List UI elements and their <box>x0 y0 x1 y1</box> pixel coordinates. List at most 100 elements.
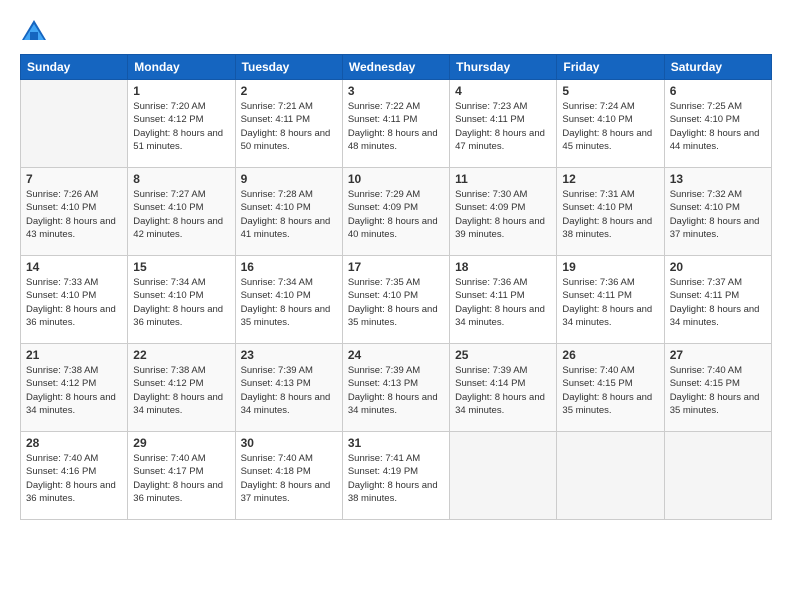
day-number: 30 <box>241 436 337 450</box>
day-number: 9 <box>241 172 337 186</box>
calendar-cell: 16 Sunrise: 7:34 AMSunset: 4:10 PMDayligh… <box>235 256 342 344</box>
day-number: 20 <box>670 260 766 274</box>
calendar-cell: 9 Sunrise: 7:28 AMSunset: 4:10 PMDaylight… <box>235 168 342 256</box>
cell-details: Sunrise: 7:39 AMSunset: 4:13 PMDaylight:… <box>241 364 337 417</box>
cell-details: Sunrise: 7:25 AMSunset: 4:10 PMDaylight:… <box>670 100 766 153</box>
day-number: 3 <box>348 84 444 98</box>
header <box>20 18 772 46</box>
calendar-cell: 23 Sunrise: 7:39 AMSunset: 4:13 PMDayligh… <box>235 344 342 432</box>
cell-details: Sunrise: 7:40 AMSunset: 4:18 PMDaylight:… <box>241 452 337 505</box>
calendar-cell: 13 Sunrise: 7:32 AMSunset: 4:10 PMDayligh… <box>664 168 771 256</box>
calendar-cell: 26 Sunrise: 7:40 AMSunset: 4:15 PMDayligh… <box>557 344 664 432</box>
cell-details: Sunrise: 7:21 AMSunset: 4:11 PMDaylight:… <box>241 100 337 153</box>
calendar-cell <box>450 432 557 520</box>
calendar-cell: 12Sunrise: 7:31 AMSunset: 4:10 PMDayligh… <box>557 168 664 256</box>
calendar-cell: 20 Sunrise: 7:37 AMSunset: 4:11 PMDayligh… <box>664 256 771 344</box>
calendar-cell: 21 Sunrise: 7:38 AMSunset: 4:12 PMDayligh… <box>21 344 128 432</box>
calendar-cell: 18 Sunrise: 7:36 AMSunset: 4:11 PMDayligh… <box>450 256 557 344</box>
calendar-cell: 29 Sunrise: 7:40 AMSunset: 4:17 PMDayligh… <box>128 432 235 520</box>
cell-details: Sunrise: 7:28 AMSunset: 4:10 PMDaylight:… <box>241 188 337 241</box>
calendar-cell: 25 Sunrise: 7:39 AMSunset: 4:14 PMDayligh… <box>450 344 557 432</box>
weekday-header-monday: Monday <box>128 55 235 80</box>
cell-details: Sunrise: 7:40 AMSunset: 4:17 PMDaylight:… <box>133 452 229 505</box>
day-number: 22 <box>133 348 229 362</box>
cell-details: Sunrise: 7:27 AMSunset: 4:10 PMDaylight:… <box>133 188 229 241</box>
weekday-header-saturday: Saturday <box>664 55 771 80</box>
day-number: 17 <box>348 260 444 274</box>
day-number: 21 <box>26 348 122 362</box>
day-number: 26 <box>562 348 658 362</box>
cell-details: Sunrise: 7:20 AMSunset: 4:12 PMDaylight:… <box>133 100 229 153</box>
page: SundayMondayTuesdayWednesdayThursdayFrid… <box>0 0 792 612</box>
day-number: 19 <box>562 260 658 274</box>
calendar-cell: 19 Sunrise: 7:36 AMSunset: 4:11 PMDayligh… <box>557 256 664 344</box>
cell-details: Sunrise: 7:40 AMSunset: 4:16 PMDaylight:… <box>26 452 122 505</box>
weekday-header-friday: Friday <box>557 55 664 80</box>
day-number: 23 <box>241 348 337 362</box>
day-number: 1 <box>133 84 229 98</box>
week-row-3: 14Sunrise: 7:33 AMSunset: 4:10 PMDayligh… <box>21 256 772 344</box>
cell-details: Sunrise: 7:41 AMSunset: 4:19 PMDaylight:… <box>348 452 444 505</box>
calendar-cell: 4Sunrise: 7:23 AMSunset: 4:11 PMDaylight… <box>450 80 557 168</box>
cell-details: Sunrise: 7:38 AMSunset: 4:12 PMDaylight:… <box>26 364 122 417</box>
cell-details: Sunrise: 7:37 AMSunset: 4:11 PMDaylight:… <box>670 276 766 329</box>
day-number: 14 <box>26 260 122 274</box>
cell-details: Sunrise: 7:36 AMSunset: 4:11 PMDaylight:… <box>562 276 658 329</box>
calendar-cell: 27Sunrise: 7:40 AMSunset: 4:15 PMDayligh… <box>664 344 771 432</box>
day-number: 27 <box>670 348 766 362</box>
cell-details: Sunrise: 7:34 AMSunset: 4:10 PMDaylight:… <box>241 276 337 329</box>
day-number: 7 <box>26 172 122 186</box>
logo-icon <box>20 18 48 46</box>
cell-details: Sunrise: 7:32 AMSunset: 4:10 PMDaylight:… <box>670 188 766 241</box>
cell-details: Sunrise: 7:30 AMSunset: 4:09 PMDaylight:… <box>455 188 551 241</box>
day-number: 15 <box>133 260 229 274</box>
day-number: 28 <box>26 436 122 450</box>
weekday-header-thursday: Thursday <box>450 55 557 80</box>
day-number: 11 <box>455 172 551 186</box>
day-number: 31 <box>348 436 444 450</box>
calendar-cell: 24 Sunrise: 7:39 AMSunset: 4:13 PMDayligh… <box>342 344 449 432</box>
week-row-5: 28 Sunrise: 7:40 AMSunset: 4:16 PMDayligh… <box>21 432 772 520</box>
day-number: 29 <box>133 436 229 450</box>
calendar-cell: 15 Sunrise: 7:34 AMSunset: 4:10 PMDayligh… <box>128 256 235 344</box>
day-number: 24 <box>348 348 444 362</box>
cell-details: Sunrise: 7:35 AMSunset: 4:10 PMDaylight:… <box>348 276 444 329</box>
weekday-header-row: SundayMondayTuesdayWednesdayThursdayFrid… <box>21 55 772 80</box>
calendar-cell <box>664 432 771 520</box>
cell-details: Sunrise: 7:34 AMSunset: 4:10 PMDaylight:… <box>133 276 229 329</box>
cell-details: Sunrise: 7:36 AMSunset: 4:11 PMDaylight:… <box>455 276 551 329</box>
calendar-cell: 6Sunrise: 7:25 AMSunset: 4:10 PMDaylight… <box>664 80 771 168</box>
calendar-cell <box>21 80 128 168</box>
cell-details: Sunrise: 7:39 AMSunset: 4:14 PMDaylight:… <box>455 364 551 417</box>
cell-details: Sunrise: 7:40 AMSunset: 4:15 PMDaylight:… <box>562 364 658 417</box>
day-number: 8 <box>133 172 229 186</box>
day-number: 2 <box>241 84 337 98</box>
week-row-4: 21 Sunrise: 7:38 AMSunset: 4:12 PMDayligh… <box>21 344 772 432</box>
day-number: 12 <box>562 172 658 186</box>
calendar-cell: 31 Sunrise: 7:41 AMSunset: 4:19 PMDayligh… <box>342 432 449 520</box>
cell-details: Sunrise: 7:39 AMSunset: 4:13 PMDaylight:… <box>348 364 444 417</box>
logo <box>20 18 52 46</box>
day-number: 18 <box>455 260 551 274</box>
cell-details: Sunrise: 7:38 AMSunset: 4:12 PMDaylight:… <box>133 364 229 417</box>
day-number: 4 <box>455 84 551 98</box>
calendar-cell: 8 Sunrise: 7:27 AMSunset: 4:10 PMDaylight… <box>128 168 235 256</box>
calendar-cell: 28 Sunrise: 7:40 AMSunset: 4:16 PMDayligh… <box>21 432 128 520</box>
calendar-cell: 1 Sunrise: 7:20 AMSunset: 4:12 PMDaylight… <box>128 80 235 168</box>
calendar-cell: 3Sunrise: 7:22 AMSunset: 4:11 PMDaylight… <box>342 80 449 168</box>
calendar-cell: 30 Sunrise: 7:40 AMSunset: 4:18 PMDayligh… <box>235 432 342 520</box>
calendar-cell: 11 Sunrise: 7:30 AMSunset: 4:09 PMDayligh… <box>450 168 557 256</box>
weekday-header-wednesday: Wednesday <box>342 55 449 80</box>
cell-details: Sunrise: 7:26 AMSunset: 4:10 PMDaylight:… <box>26 188 122 241</box>
day-number: 25 <box>455 348 551 362</box>
day-number: 16 <box>241 260 337 274</box>
weekday-header-sunday: Sunday <box>21 55 128 80</box>
cell-details: Sunrise: 7:24 AMSunset: 4:10 PMDaylight:… <box>562 100 658 153</box>
calendar-cell <box>557 432 664 520</box>
calendar-cell: 2 Sunrise: 7:21 AMSunset: 4:11 PMDaylight… <box>235 80 342 168</box>
calendar-cell: 5Sunrise: 7:24 AMSunset: 4:10 PMDaylight… <box>557 80 664 168</box>
calendar-cell: 7 Sunrise: 7:26 AMSunset: 4:10 PMDaylight… <box>21 168 128 256</box>
weekday-header-tuesday: Tuesday <box>235 55 342 80</box>
day-number: 13 <box>670 172 766 186</box>
week-row-1: 1 Sunrise: 7:20 AMSunset: 4:12 PMDaylight… <box>21 80 772 168</box>
